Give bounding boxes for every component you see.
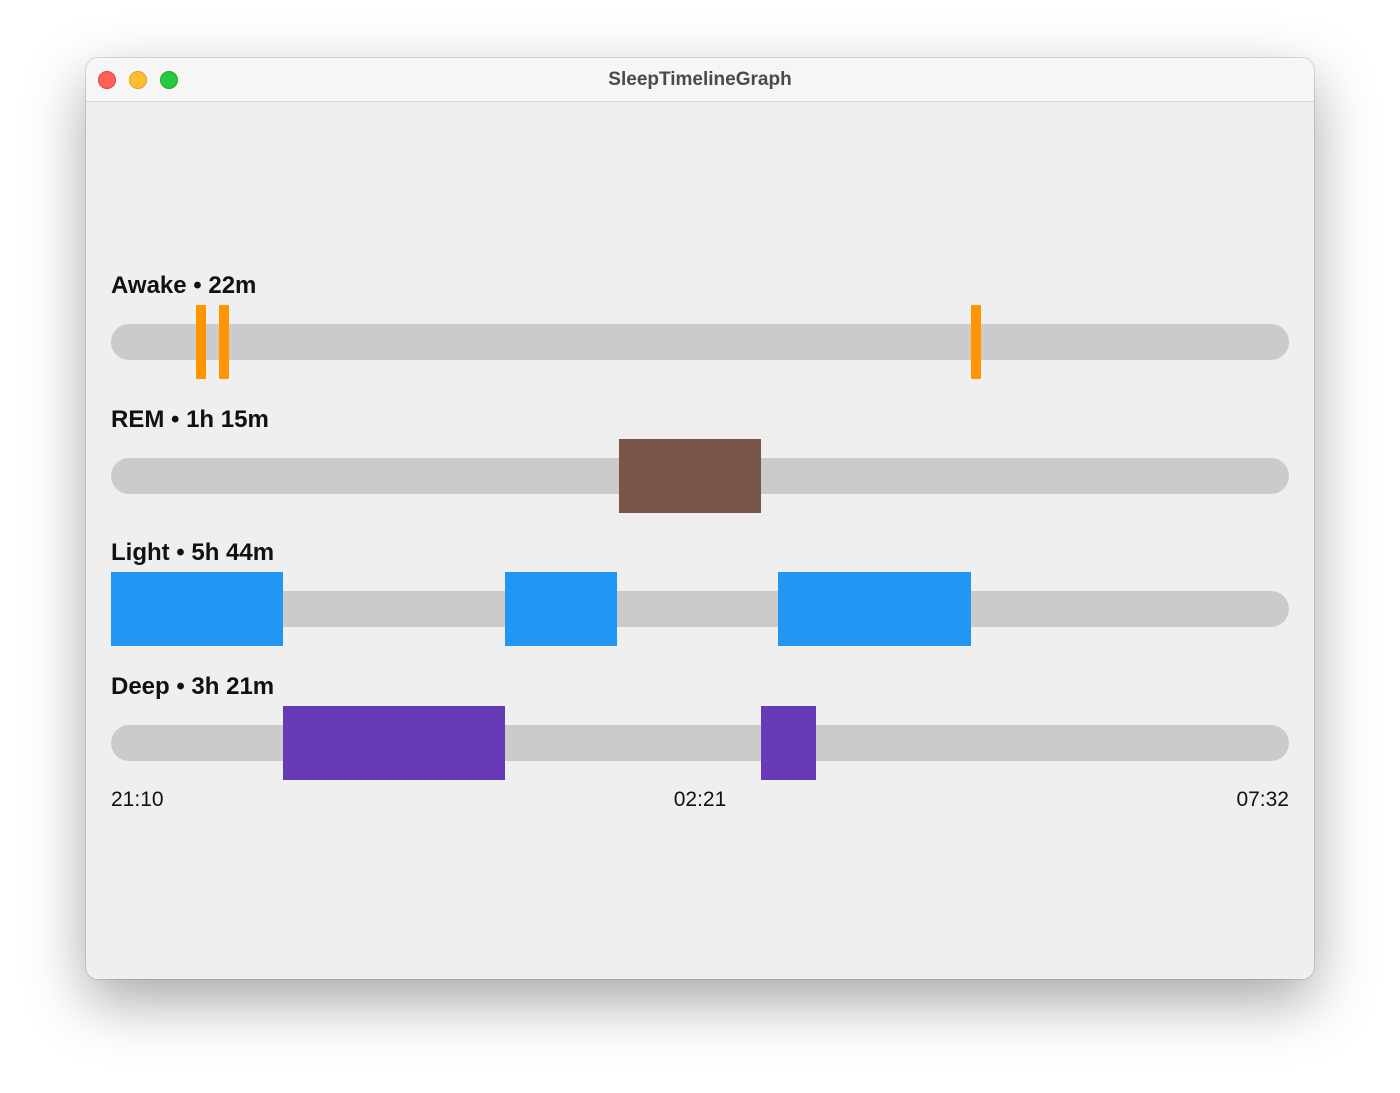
window-title: SleepTimelineGraph xyxy=(608,69,792,90)
timeline-start-label: 21:10 xyxy=(111,788,164,811)
rem-row-label: REM • 1h 15m xyxy=(111,406,269,433)
sleep-timeline-graph: Awake • 22m REM • 1h 15m Light • 5h 44m … xyxy=(86,102,1314,979)
awake-row-label: Awake • 22m xyxy=(111,272,257,299)
light-track xyxy=(111,591,1289,627)
rem-segment-1 xyxy=(618,439,761,513)
light-segment-1 xyxy=(111,572,284,646)
timeline-mid-label: 02:21 xyxy=(673,788,727,811)
light-row-label: Light • 5h 44m xyxy=(111,539,275,566)
awake-segment-1 xyxy=(196,305,207,379)
awake-track xyxy=(111,324,1289,360)
light-segment-3 xyxy=(777,572,971,646)
light-segment-2 xyxy=(504,572,617,646)
app-window: SleepTimelineGraph Awake • 22m REM • 1h … xyxy=(86,58,1314,979)
deep-row-label: Deep • 3h 21m xyxy=(111,673,275,700)
deep-segment-2 xyxy=(760,706,816,780)
deep-segment-1 xyxy=(283,706,505,780)
timeline-end-label: 07:32 xyxy=(1236,788,1289,811)
awake-segment-2 xyxy=(218,305,229,379)
title-bar[interactable]: SleepTimelineGraph xyxy=(86,58,1314,102)
awake-segment-3 xyxy=(970,305,981,379)
